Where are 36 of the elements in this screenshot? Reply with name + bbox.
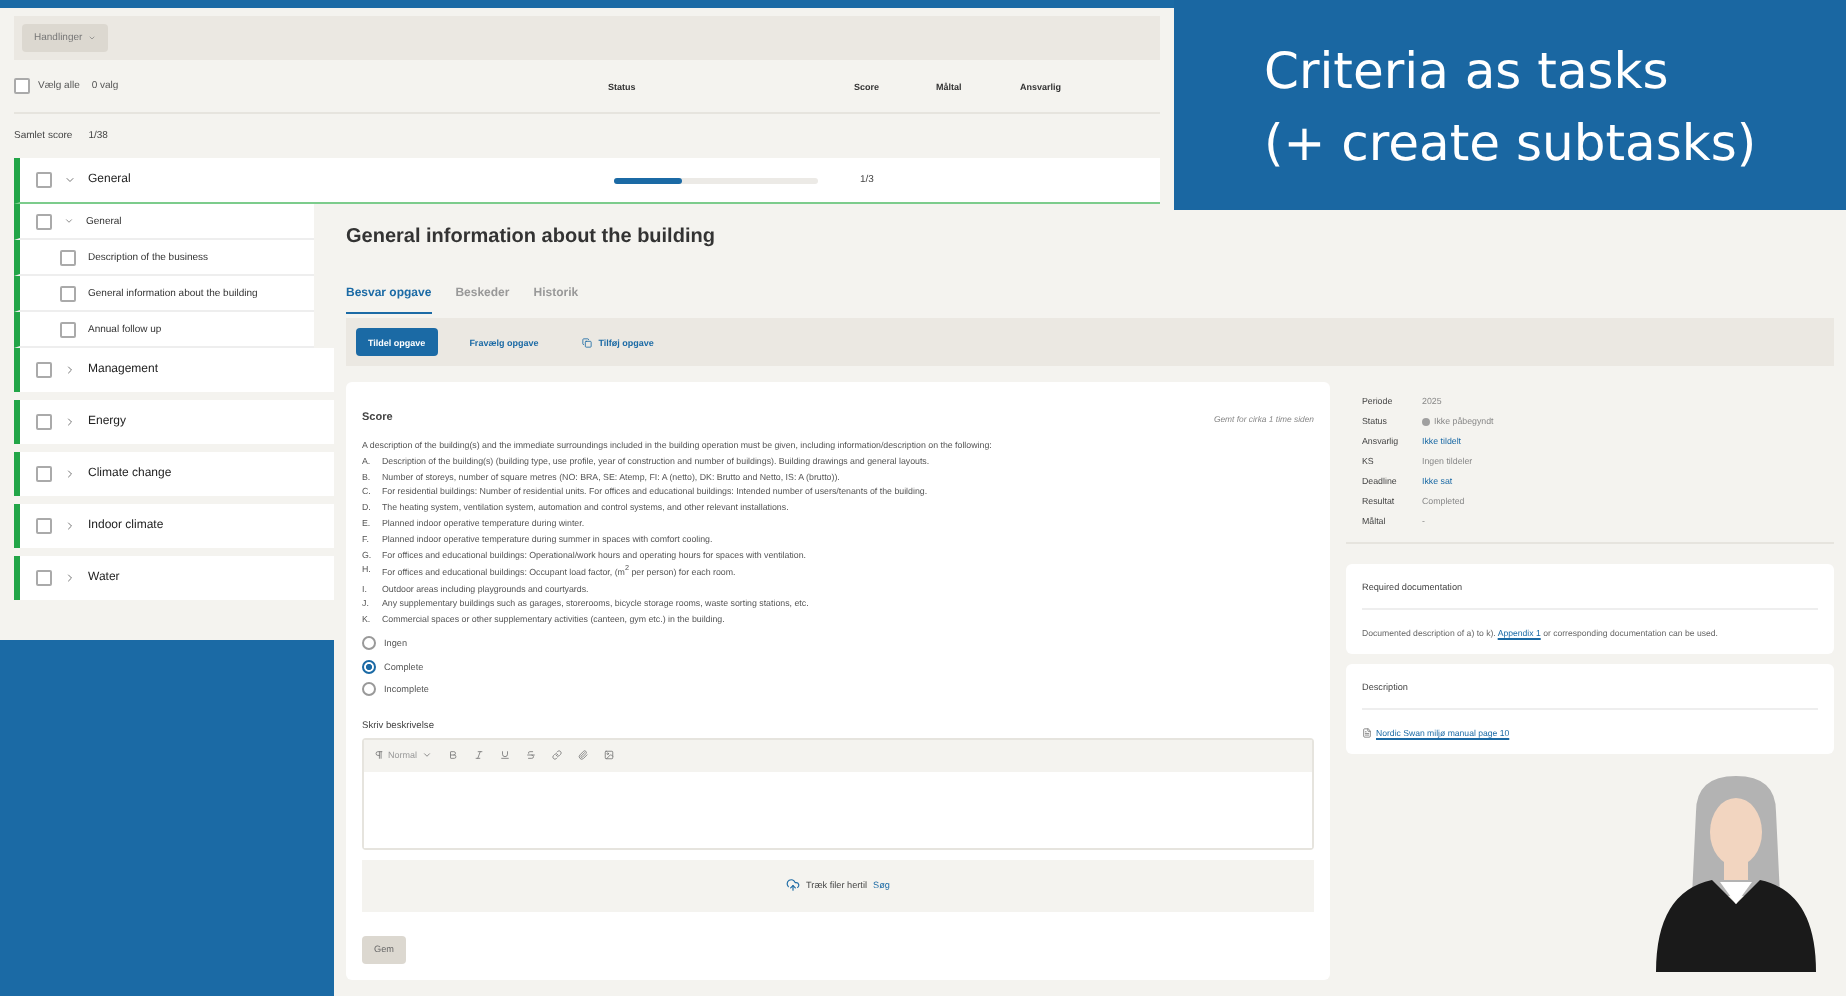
- pilcrow-icon: [374, 750, 384, 761]
- chevron-right-icon[interactable]: [64, 416, 76, 428]
- chevron-right-icon[interactable]: [64, 364, 76, 376]
- checkbox[interactable]: [36, 414, 52, 430]
- bold-icon[interactable]: [447, 750, 458, 761]
- radio-button[interactable]: [362, 636, 376, 651]
- slide-title: Criteria as tasks: [1264, 40, 1671, 104]
- chevron-down-icon[interactable]: [64, 216, 74, 226]
- chevron-right-icon[interactable]: [64, 520, 76, 532]
- link-icon[interactable]: [551, 750, 562, 761]
- radio-button[interactable]: [362, 682, 376, 697]
- document-icon: [1362, 727, 1372, 737]
- checkbox[interactable]: [36, 362, 52, 378]
- copy-icon: [582, 337, 593, 347]
- chevron-right-icon[interactable]: [64, 572, 76, 584]
- radio-button[interactable]: [362, 659, 376, 674]
- checkbox[interactable]: [60, 321, 76, 337]
- slide-title: (+ create subtasks): [1264, 112, 1759, 176]
- paperclip-icon[interactable]: [577, 750, 588, 761]
- italic-icon[interactable]: [473, 750, 484, 761]
- strikethrough-icon[interactable]: [525, 750, 536, 761]
- checkbox[interactable]: [36, 213, 52, 229]
- image-icon[interactable]: [603, 750, 614, 761]
- chevron-right-icon[interactable]: [64, 468, 76, 480]
- chevron-down-icon[interactable]: [64, 174, 76, 186]
- checkbox[interactable]: [36, 172, 52, 188]
- checkbox[interactable]: [60, 285, 76, 301]
- checkbox[interactable]: [36, 466, 52, 482]
- checkbox[interactable]: [60, 249, 76, 265]
- underline-icon[interactable]: [499, 750, 510, 761]
- caret-icon: [421, 750, 432, 761]
- checkbox[interactable]: [36, 570, 52, 586]
- cloud-upload-icon: [786, 878, 801, 893]
- checkbox[interactable]: [36, 518, 52, 534]
- select-all-checkbox[interactable]: [14, 78, 30, 94]
- task-title: General information about the building: [346, 226, 717, 252]
